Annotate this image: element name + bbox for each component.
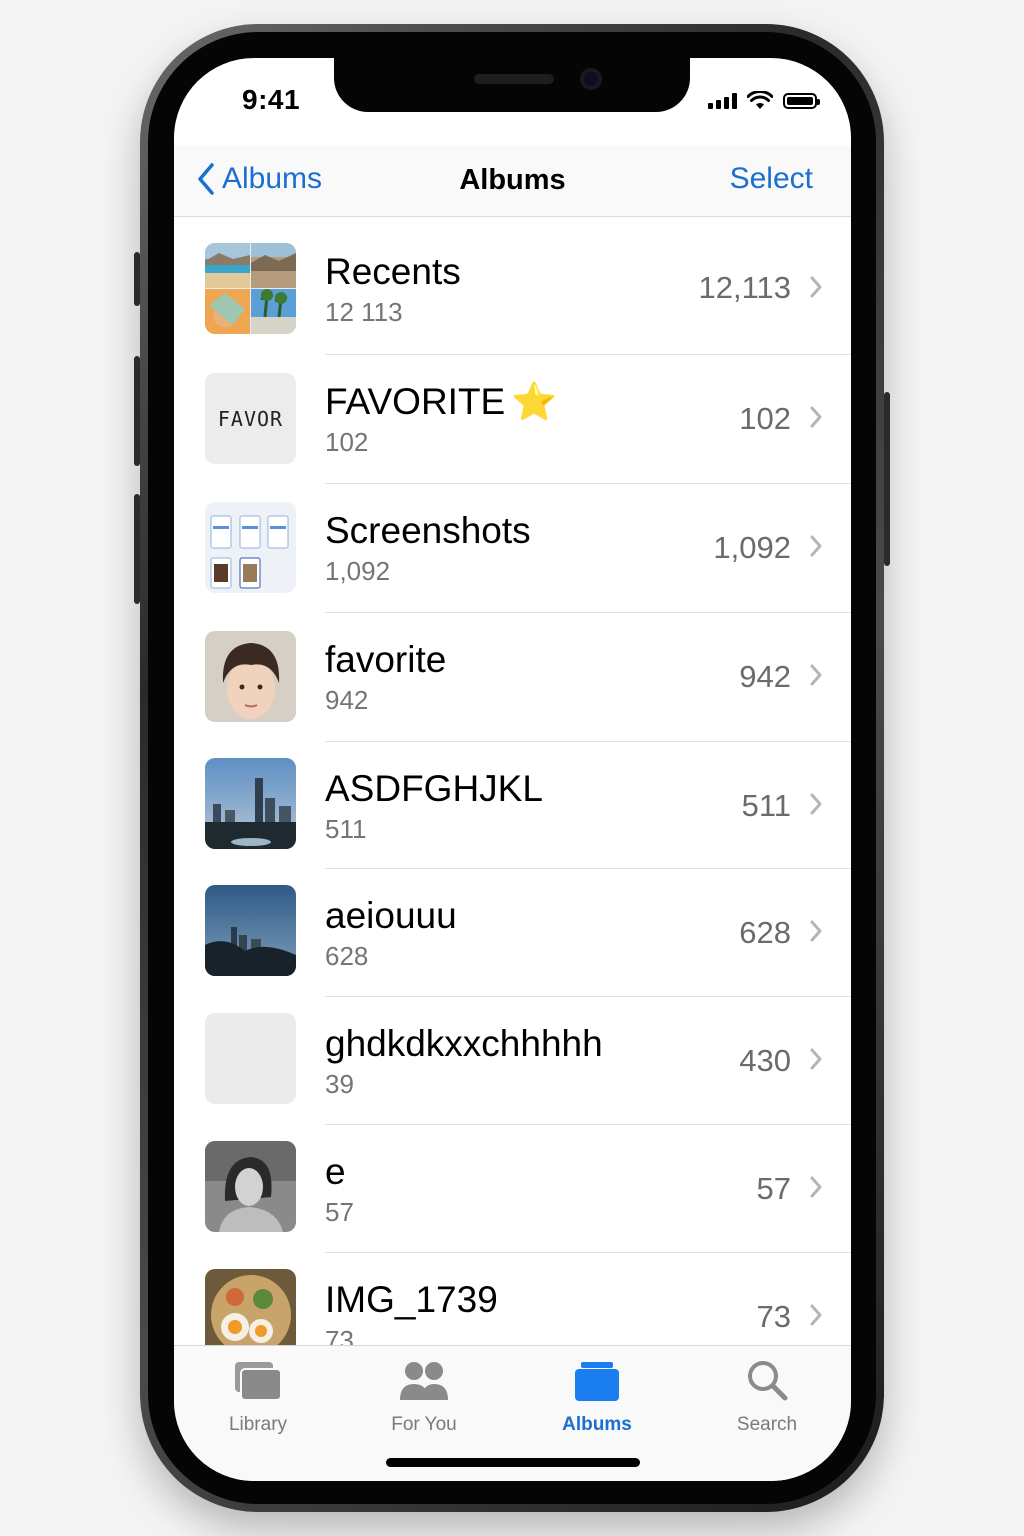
album-subtitle: 942 bbox=[325, 685, 369, 715]
people-icon bbox=[400, 1362, 448, 1400]
speaker-grille bbox=[474, 74, 554, 84]
chevron-right-icon bbox=[810, 793, 822, 815]
album-row-e[interactable]: e 57 57 bbox=[174, 1125, 851, 1253]
cellular-signal-icon bbox=[708, 93, 737, 109]
album-subtitle: 12 113 bbox=[325, 297, 403, 327]
album-count: 12,113 bbox=[698, 270, 791, 305]
album-count: 102 bbox=[739, 401, 791, 436]
bw-portrait-image bbox=[205, 1141, 296, 1232]
album-row-aeiouuu[interactable]: aeiouuu 628 628 bbox=[174, 869, 851, 997]
folder-icon bbox=[575, 1362, 619, 1401]
tab-label: For You bbox=[391, 1414, 457, 1435]
portrait-image bbox=[205, 631, 296, 722]
power-button bbox=[884, 392, 890, 566]
album-thumbnail bbox=[205, 1269, 296, 1345]
album-subtitle: 628 bbox=[325, 941, 369, 971]
photo-stack-icon bbox=[235, 1362, 282, 1401]
battery-icon bbox=[783, 93, 820, 109]
album-title: IMG_1739 bbox=[325, 1279, 498, 1320]
volume-up-button bbox=[134, 356, 140, 466]
chevron-right-icon bbox=[810, 406, 822, 428]
tab-label: Search bbox=[736, 1414, 798, 1435]
album-count: 942 bbox=[739, 659, 791, 694]
chevron-right-icon bbox=[810, 535, 822, 557]
chevron-right-icon bbox=[810, 276, 822, 298]
album-thumbnail bbox=[205, 885, 296, 976]
album-thumbnail: FAVOR bbox=[205, 373, 296, 464]
mute-switch bbox=[134, 252, 140, 306]
album-count: 628 bbox=[739, 915, 791, 950]
album-subtitle: 511 bbox=[325, 814, 367, 844]
album-count: 430 bbox=[739, 1043, 791, 1078]
tab-label: Library bbox=[228, 1414, 288, 1435]
city-skyline-image bbox=[205, 758, 296, 849]
tab-label: Albums bbox=[562, 1414, 632, 1435]
camera-icon bbox=[580, 68, 602, 90]
notch bbox=[334, 58, 690, 112]
tab-albums[interactable]: Albums bbox=[527, 1356, 667, 1436]
chevron-right-icon bbox=[810, 920, 822, 942]
landscape-collage-image bbox=[205, 243, 296, 334]
star-icon: ⭐ bbox=[511, 381, 558, 422]
album-count: 57 bbox=[756, 1171, 791, 1206]
album-subtitle: 73 bbox=[325, 1325, 354, 1345]
food-image bbox=[205, 1269, 296, 1345]
album-row-img-1739[interactable]: IMG_1739 73 73 bbox=[174, 1253, 851, 1345]
wifi-icon bbox=[747, 91, 773, 109]
screenshot-grid-image bbox=[210, 515, 289, 589]
home-indicator[interactable] bbox=[386, 1458, 640, 1467]
tab-for-you[interactable]: For You bbox=[354, 1356, 494, 1436]
album-row-ghdkdkxxchhhhh[interactable]: ghdkdkxxchhhhh 39 430 bbox=[174, 997, 851, 1125]
chevron-right-icon bbox=[810, 1304, 822, 1326]
album-title: aeiouuu bbox=[325, 895, 457, 936]
album-row-favorite[interactable]: favorite 942 942 bbox=[174, 613, 851, 742]
album-subtitle: 1,092 bbox=[325, 556, 391, 586]
chevron-right-icon bbox=[810, 664, 822, 686]
album-thumbnail bbox=[205, 1141, 296, 1232]
city-dusk-image bbox=[205, 885, 296, 976]
chevron-right-icon bbox=[810, 1048, 822, 1070]
status-icons bbox=[708, 91, 820, 111]
album-subtitle: 57 bbox=[325, 1197, 354, 1227]
tab-library[interactable]: Library bbox=[188, 1356, 328, 1436]
album-row-recents[interactable]: Recents 12 113 12,113 bbox=[174, 217, 851, 355]
album-title: Screenshots bbox=[325, 510, 531, 551]
album-title-text: FAVORITE bbox=[325, 381, 506, 422]
album-count: 511 bbox=[741, 788, 791, 823]
volume-down-button bbox=[134, 494, 140, 604]
album-row-favorite-caps[interactable]: FAVOR FAVORITE ⭐ 102 102 bbox=[174, 355, 851, 484]
phone-screen: 9:41 Albums Albums Select Recents 12 113… bbox=[174, 58, 851, 1481]
album-title: FAVORITE ⭐ bbox=[325, 381, 557, 424]
album-title: favorite bbox=[325, 639, 447, 680]
status-time: 9:41 bbox=[242, 84, 301, 115]
album-thumbnail bbox=[205, 631, 296, 722]
thumbnail-text: FAVOR bbox=[217, 406, 284, 431]
album-title: e bbox=[325, 1151, 346, 1192]
album-list: Recents 12 113 12,113 FAVOR FAVORITE ⭐ 10… bbox=[174, 217, 851, 1345]
album-subtitle: 39 bbox=[325, 1069, 354, 1099]
album-thumbnail bbox=[205, 502, 296, 593]
album-title: ghdkdkxxchhhhh bbox=[325, 1023, 603, 1064]
album-row-asdfghjkl[interactable]: ASDFGHJKL 511 511 bbox=[174, 742, 851, 870]
album-subtitle: 102 bbox=[325, 427, 369, 457]
album-count: 1,092 bbox=[713, 530, 791, 565]
chevron-right-icon bbox=[810, 1176, 822, 1198]
album-thumbnail bbox=[205, 243, 296, 334]
album-count: 73 bbox=[756, 1299, 791, 1334]
album-title: Recents bbox=[325, 251, 461, 292]
album-thumbnail-empty bbox=[205, 1013, 296, 1104]
search-icon bbox=[748, 1361, 788, 1401]
album-thumbnail bbox=[205, 758, 296, 849]
album-title: ASDFGHJKL bbox=[325, 768, 543, 809]
album-row-screenshots[interactable]: Screenshots 1,092 1,092 bbox=[174, 484, 851, 613]
navigation-bar: Albums Albums Select bbox=[174, 146, 851, 217]
tab-search[interactable]: Search bbox=[697, 1356, 837, 1436]
select-button[interactable]: Select bbox=[730, 162, 813, 196]
